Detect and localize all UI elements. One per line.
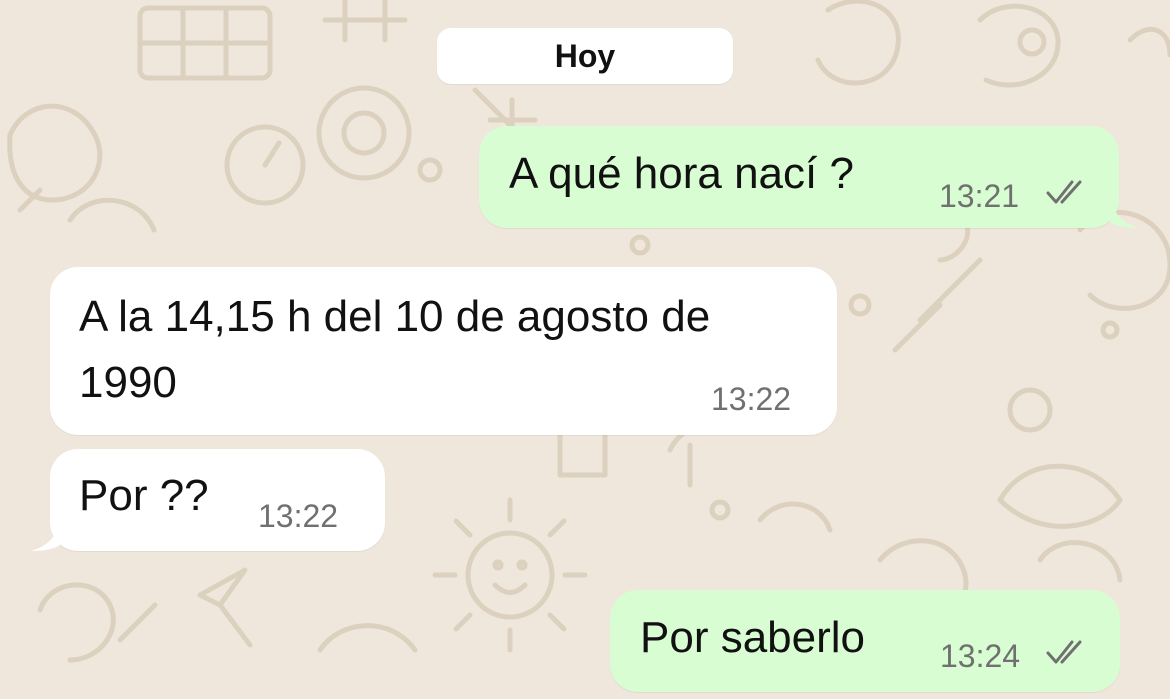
message-bubble-outgoing[interactable]: Por saberlo 13:24 <box>610 590 1120 692</box>
message-text: A qué hora nací ? <box>509 149 854 198</box>
double-check-icon <box>1046 180 1082 204</box>
message-text: Por ?? <box>79 471 209 520</box>
message-time: 13:21 <box>939 178 1020 214</box>
message-time: 13:22 <box>258 498 339 534</box>
message-text-line: A la 14,15 h del 10 de agosto de <box>79 292 711 341</box>
message-time: 13:22 <box>711 381 792 417</box>
message-text-line: 1990 <box>79 358 177 407</box>
message-bubble-incoming[interactable]: Por ?? 13:22 <box>50 449 385 551</box>
message-text: Por saberlo <box>640 613 866 662</box>
outgoing-bubble-tail <box>1110 198 1140 228</box>
date-separator: Hoy <box>437 28 733 84</box>
message-time: 13:24 <box>940 638 1021 674</box>
incoming-bubble-tail <box>30 521 60 551</box>
message-bubble-incoming[interactable]: A la 14,15 h del 10 de agosto de 1990 13… <box>50 267 837 435</box>
message-bubble-outgoing[interactable]: A qué hora nací ? 13:21 <box>479 126 1119 228</box>
double-check-icon <box>1046 640 1082 664</box>
